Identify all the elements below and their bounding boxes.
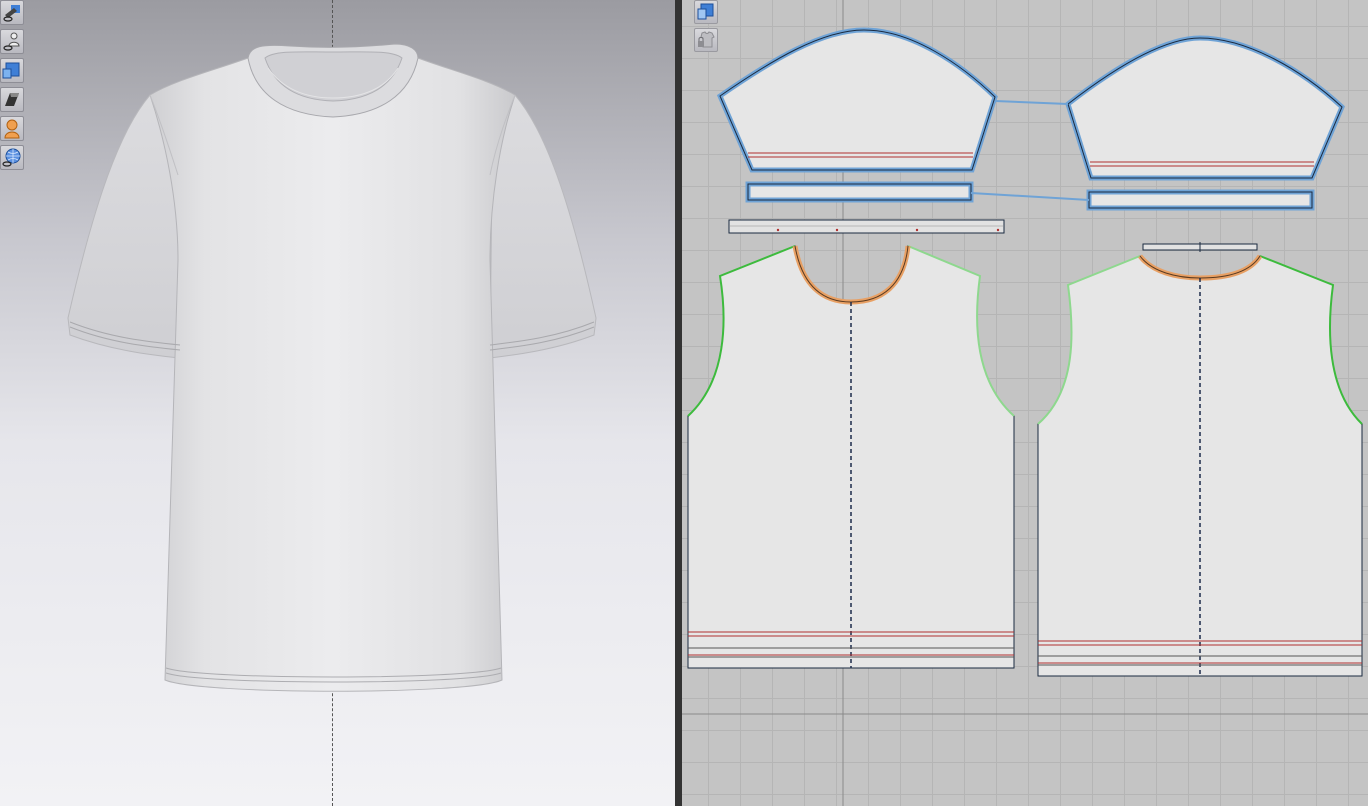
viewport-divider[interactable] [675, 0, 682, 806]
show-avatar-icon [3, 32, 20, 51]
lock-garment-button[interactable] [694, 28, 718, 52]
show-avatar-button[interactable] [0, 29, 24, 54]
garment-view-button[interactable] [0, 58, 24, 83]
show-fabric-icon [3, 5, 20, 22]
show-fabric-button[interactable] [0, 0, 24, 25]
pattern-cuff-left[interactable] [745, 181, 974, 203]
world-grid-button[interactable] [0, 145, 24, 170]
tshirt-3d-render[interactable] [0, 0, 675, 806]
world-grid-icon [2, 148, 21, 167]
pattern-neckband-front[interactable] [728, 219, 1005, 234]
2d-pattern-viewport[interactable] [682, 0, 1368, 806]
3d-viewport[interactable] [0, 0, 675, 806]
pattern-sleeve-right[interactable] [1065, 35, 1345, 181]
pattern-view-button[interactable] [694, 0, 718, 24]
fabric-texture-button[interactable] [0, 87, 24, 112]
tshirt-body [149, 57, 516, 692]
cuff-seam-link [970, 192, 1090, 201]
pattern-neckband-back[interactable] [1142, 242, 1258, 252]
avatar-icon [4, 119, 20, 139]
fabric-texture-icon [5, 93, 19, 106]
tshirt-right-sleeve [489, 93, 597, 359]
pattern-front-body[interactable] [687, 245, 1015, 669]
pattern-back-body[interactable] [1037, 254, 1363, 677]
3d-viewport-toolbar [0, 0, 26, 174]
pattern-view-icon [697, 3, 714, 20]
2d-viewport-toolbar [694, 0, 720, 56]
pattern-sleeve-left[interactable] [716, 27, 998, 173]
lock-garment-icon [698, 31, 715, 48]
pattern-canvas[interactable] [682, 0, 1368, 806]
garment-view-icon [2, 62, 20, 79]
sleeve-seam-link [994, 100, 1069, 105]
pattern-cuff-right[interactable] [1086, 189, 1315, 211]
avatar-button[interactable] [0, 116, 24, 141]
